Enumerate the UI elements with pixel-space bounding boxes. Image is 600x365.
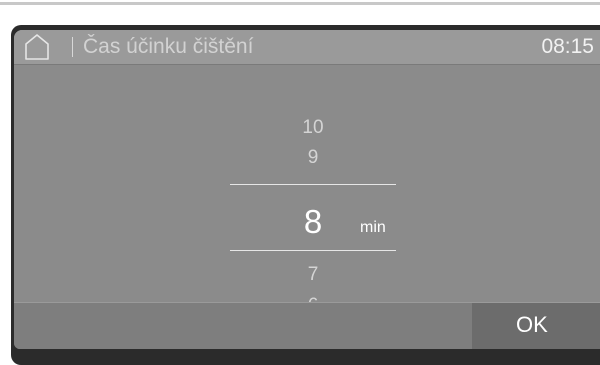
picker-option[interactable]: 9 [283, 147, 343, 169]
header-separator [72, 37, 73, 57]
header-bar: Čas účinku čištění 08:15 [14, 30, 600, 65]
home-button[interactable] [22, 33, 52, 61]
picker-option[interactable]: 10 [283, 117, 343, 139]
selection-top-line [230, 184, 396, 185]
footer-bar: OK [14, 302, 600, 349]
value-picker[interactable]: 10 9 8 min 7 6 [14, 64, 600, 316]
page-title: Čas účinku čištění [83, 35, 254, 58]
picker-unit: min [360, 219, 386, 236]
ok-button-label: OK [516, 312, 548, 337]
clock-time: 08:15 [541, 35, 594, 58]
top-divider [0, 2, 600, 5]
picker-option[interactable]: 7 [283, 264, 343, 286]
display-screen: Čas účinku čištění 08:15 10 9 8 min 7 6 … [14, 30, 600, 349]
home-icon [25, 34, 49, 60]
picker-selected-value[interactable]: 8 [283, 203, 343, 241]
selection-bottom-line [230, 250, 396, 251]
